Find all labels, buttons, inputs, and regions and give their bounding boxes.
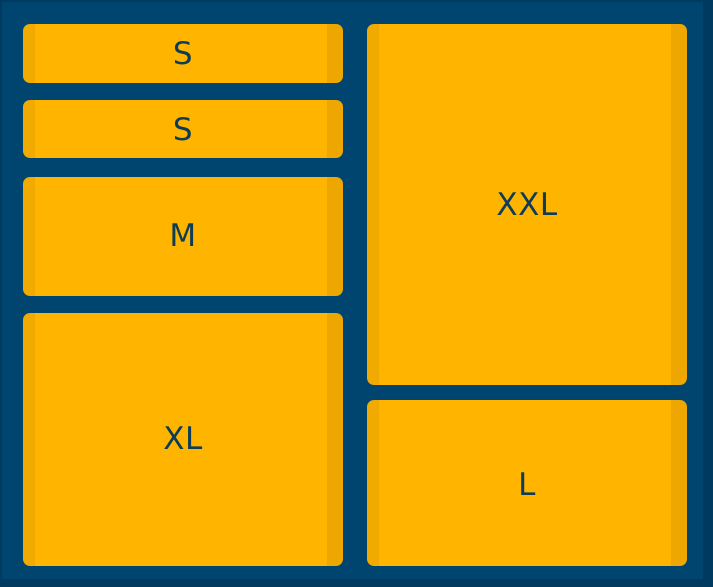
- size-layout-frame: S S M XL XXL L: [0, 0, 713, 587]
- size-block-xl: XL: [23, 313, 343, 566]
- size-block-s-first: S: [23, 24, 343, 83]
- size-block-m: M: [23, 177, 343, 296]
- size-label-l: L: [518, 466, 536, 503]
- size-block-xxl: XXL: [367, 24, 687, 385]
- size-block-s-second: S: [23, 100, 343, 158]
- size-label-xxl: XXL: [496, 187, 558, 223]
- size-label-m: M: [169, 218, 197, 254]
- size-label-xl: XL: [163, 421, 203, 457]
- size-label-s-first: S: [172, 36, 194, 72]
- size-block-l: L: [367, 400, 687, 566]
- size-label-s-second: S: [172, 111, 194, 148]
